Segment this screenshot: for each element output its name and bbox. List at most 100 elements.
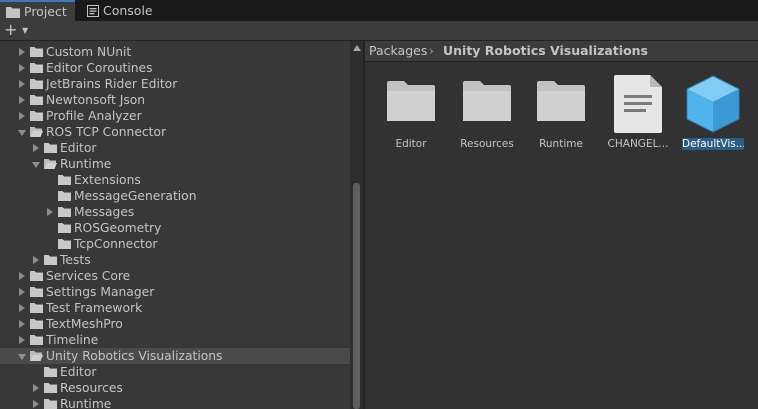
collapsed-arrow-icon[interactable] xyxy=(19,48,25,56)
folder-icon xyxy=(58,239,71,249)
scroll-up-arrow-icon[interactable] xyxy=(353,45,361,51)
console-icon xyxy=(87,4,99,17)
collapsed-arrow-icon[interactable] xyxy=(19,288,25,296)
breadcrumb: Packages › Unity Robotics Visualizations… xyxy=(365,41,758,62)
tree-row-label: Settings Manager xyxy=(46,285,155,299)
tree-row[interactable]: Messages xyxy=(0,204,350,220)
folder-icon xyxy=(44,367,57,377)
asset-label: Editor xyxy=(395,138,427,150)
tree-row[interactable]: Extensions xyxy=(0,172,350,188)
tree-row-label: Services Core xyxy=(46,269,131,283)
asset-label: Runtime xyxy=(539,138,583,150)
folder-icon xyxy=(30,63,43,73)
tree-row[interactable]: Editor xyxy=(0,140,350,156)
add-button[interactable]: + xyxy=(4,22,17,38)
collapsed-arrow-icon[interactable] xyxy=(19,80,25,88)
tree-row[interactable]: Tests xyxy=(0,252,350,268)
tree-row[interactable]: Editor xyxy=(0,364,350,380)
expanded-arrow-icon[interactable] xyxy=(32,162,40,168)
tree-row[interactable]: TcpConnector xyxy=(0,236,350,252)
tree-row-label: JetBrains Rider Editor xyxy=(46,77,178,91)
tree-row[interactable]: TextMeshPro xyxy=(0,316,350,332)
collapsed-arrow-icon[interactable] xyxy=(19,304,25,312)
folder-icon xyxy=(58,175,71,185)
folder-icon xyxy=(30,47,43,57)
tree-row[interactable]: ROSGeometry xyxy=(0,220,350,236)
tree-row[interactable]: ROS TCP Connector xyxy=(0,124,350,140)
tab-console[interactable]: Console xyxy=(81,0,161,21)
tree-row[interactable]: JetBrains Rider Editor xyxy=(0,76,350,92)
tree-row[interactable]: Runtime xyxy=(0,396,350,409)
tree-row[interactable]: Timeline xyxy=(0,332,350,348)
tree-row-label: Custom NUnit xyxy=(46,45,132,59)
prefab-cube-icon xyxy=(686,75,740,133)
tree-row[interactable]: Services Core xyxy=(0,268,350,284)
scroll-thumb[interactable] xyxy=(353,183,360,409)
asset-browser: Packages › Unity Robotics Visualizations… xyxy=(365,41,758,409)
collapsed-arrow-icon[interactable] xyxy=(19,320,25,328)
folder-icon xyxy=(30,95,43,105)
breadcrumb-packages[interactable]: Packages xyxy=(369,41,427,61)
folder-icon xyxy=(6,6,20,18)
collapsed-arrow-icon[interactable] xyxy=(19,96,25,104)
folder-icon xyxy=(58,223,71,233)
tree-row-label: Test Framework xyxy=(46,301,143,315)
tree-row[interactable]: Resources xyxy=(0,380,350,396)
tree-row-label: Profile Analyzer xyxy=(46,109,142,123)
open-folder-icon xyxy=(30,351,43,361)
tree-row-label: Unity Robotics Visualizations xyxy=(46,349,223,363)
tree-row-label: Resources xyxy=(60,381,123,395)
tree-row-label: MessageGeneration xyxy=(74,189,197,203)
asset-changelog[interactable]: CHANGEL... xyxy=(603,75,673,161)
tab-project-label: Project xyxy=(24,4,67,19)
add-dropdown-arrow-icon[interactable]: ▼ xyxy=(22,26,28,35)
folder-tree: Custom NUnit Editor Coroutines JetBrains R… xyxy=(0,41,350,409)
folder-icon xyxy=(30,111,43,121)
tree-row[interactable]: Test Framework xyxy=(0,300,350,316)
tab-console-label: Console xyxy=(103,3,153,18)
asset-label-selected: DefaultVis... xyxy=(682,138,744,150)
breadcrumb-separator-icon: › xyxy=(429,44,434,58)
folder-icon xyxy=(58,191,71,201)
folder-icon xyxy=(44,255,57,265)
tree-row[interactable]: MessageGeneration xyxy=(0,188,350,204)
tree-row-label: Tests xyxy=(60,253,91,267)
text-document-icon xyxy=(614,75,662,133)
asset-folder-editor[interactable]: Editor xyxy=(376,77,446,163)
tree-row-label: Timeline xyxy=(46,333,99,347)
tree-row[interactable]: Runtime xyxy=(0,156,350,172)
collapsed-arrow-icon[interactable] xyxy=(19,112,25,120)
tree-row-label: TextMeshPro xyxy=(46,317,123,331)
tree-row[interactable]: Editor Coroutines xyxy=(0,60,350,76)
folder-icon xyxy=(58,207,71,217)
toolbar: + ▼ xyxy=(0,21,758,41)
asset-default-visualization-prefab[interactable]: DefaultVis... xyxy=(678,75,748,161)
asset-folder-runtime[interactable]: Runtime xyxy=(526,77,596,163)
tree-row[interactable]: Custom NUnit xyxy=(0,44,350,60)
folder-icon xyxy=(30,335,43,345)
tree-row[interactable]: Settings Manager xyxy=(0,284,350,300)
tree-row-label: Newtonsoft Json xyxy=(46,93,146,107)
collapsed-arrow-icon[interactable] xyxy=(33,400,39,408)
breadcrumb-current[interactable]: Unity Robotics Visualizations xyxy=(443,41,648,61)
tree-row[interactable]: Newtonsoft Json xyxy=(0,92,350,108)
asset-folder-resources[interactable]: Resources xyxy=(452,77,522,163)
tree-row-label: Messages xyxy=(74,205,135,219)
collapsed-arrow-icon[interactable] xyxy=(19,64,25,72)
collapsed-arrow-icon[interactable] xyxy=(33,144,39,152)
folder-icon xyxy=(44,383,57,393)
open-folder-icon xyxy=(30,127,43,137)
expanded-arrow-icon[interactable] xyxy=(18,130,26,136)
collapsed-arrow-icon[interactable] xyxy=(33,384,39,392)
tree-row-label: Editor xyxy=(60,141,97,155)
tree-scrollbar[interactable] xyxy=(350,41,363,409)
tab-project[interactable]: Project xyxy=(0,0,75,21)
collapsed-arrow-icon[interactable] xyxy=(19,336,25,344)
expanded-arrow-icon[interactable] xyxy=(18,354,26,360)
collapsed-arrow-icon[interactable] xyxy=(19,272,25,280)
tree-row[interactable]: Unity Robotics Visualizations xyxy=(0,348,350,364)
tree-row[interactable]: Profile Analyzer xyxy=(0,108,350,124)
collapsed-arrow-icon[interactable] xyxy=(33,256,39,264)
folder-icon xyxy=(537,81,585,121)
collapsed-arrow-icon[interactable] xyxy=(47,208,53,216)
